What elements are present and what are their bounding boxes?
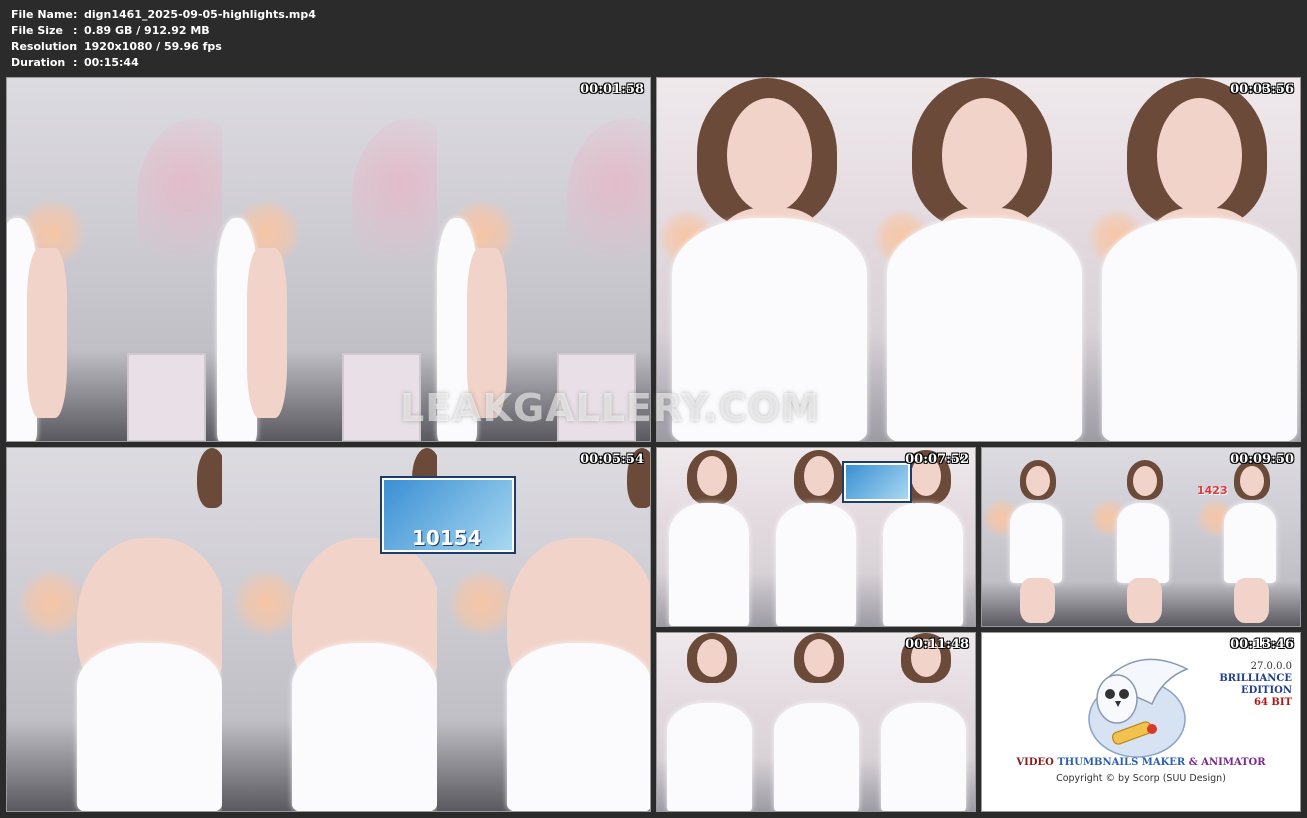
resolution-label: Resolution (11, 40, 78, 53)
file-name-row: File Name : dign1461_2025-09-05-highligh… (11, 7, 316, 23)
timestamp: 00:13:46 (1230, 637, 1294, 652)
donation-overlay (844, 463, 910, 501)
separator: : (73, 40, 78, 53)
duration-label: Duration (11, 56, 66, 69)
frame-image (1089, 448, 1196, 626)
donation-count: 1423 (1197, 484, 1228, 497)
file-size-row: File Size : 0.89 GB / 912.92 MB (11, 23, 316, 39)
thumbnail-5[interactable]: 1423 00:09:50 (981, 447, 1301, 627)
file-size-value: 0.89 GB / 912.92 MB (84, 24, 210, 37)
timestamp: 00:03:56 (1230, 82, 1294, 97)
duration-value: 00:15:44 (84, 56, 139, 69)
copyright-text: Copyright © by Scorp (SUU Design) (1056, 773, 1226, 784)
file-size-label: File Size (11, 24, 63, 37)
frame-image (7, 448, 227, 811)
frame-image (657, 448, 764, 626)
separator: : (73, 24, 78, 37)
file-info-header: File Name : dign1461_2025-09-05-highligh… (11, 7, 316, 71)
frame-image (1196, 448, 1300, 626)
frame-image (1087, 78, 1300, 441)
owl-icon (1088, 658, 1189, 758)
thumbnail-6[interactable]: 00:11:48 (656, 632, 976, 812)
thumbnail-4[interactable]: 00:07:52 (656, 447, 976, 627)
file-name-label: File Name (11, 8, 73, 21)
resolution-row: Resolution : 1920x1080 / 59.96 fps (11, 39, 316, 55)
duration-row: Duration : 00:15:44 (11, 55, 316, 71)
title-word-2: THUMBNAILS MAKER (1057, 757, 1186, 768)
version-block: 27.0.0.0 BRILLIANCE EDITION 64 BIT (1219, 661, 1292, 709)
thumbnail-3[interactable]: 10154 00:05:54 (6, 447, 651, 812)
watermark-text: LEAKGALLERY.COM (400, 386, 820, 430)
frame-image (982, 448, 1089, 626)
frame-image (7, 78, 257, 441)
timestamp: 00:01:58 (580, 82, 644, 97)
timestamp: 00:11:48 (905, 637, 969, 652)
file-name-value: dign1461_2025-09-05-highlights.mp4 (84, 8, 316, 21)
title-word-1: VIDEO (1016, 757, 1054, 768)
version-number: 27.0.0.0 (1250, 661, 1292, 672)
product-title: VIDEO THUMBNAILS MAKER & ANIMATOR (982, 757, 1300, 768)
donation-count: 10154 (412, 526, 482, 550)
timestamp: 00:05:54 (580, 452, 644, 467)
edition-line-2: EDITION (1241, 685, 1292, 696)
timestamp: 00:09:50 (1230, 452, 1294, 467)
bit-label: 64 BIT (1254, 697, 1292, 708)
frame-image (871, 633, 975, 811)
thumbnail-7-logo[interactable]: 27.0.0.0 BRILLIANCE EDITION 64 BIT VIDEO… (981, 632, 1301, 812)
title-word-3: & ANIMATOR (1188, 757, 1266, 768)
frame-image (657, 633, 764, 811)
separator: : (73, 8, 78, 21)
timestamp: 00:07:52 (905, 452, 969, 467)
frame-image (764, 633, 871, 811)
resolution-value: 1920x1080 / 59.96 fps (84, 40, 222, 53)
edition-line-1: BRILLIANCE (1219, 673, 1292, 684)
separator: : (73, 56, 78, 69)
